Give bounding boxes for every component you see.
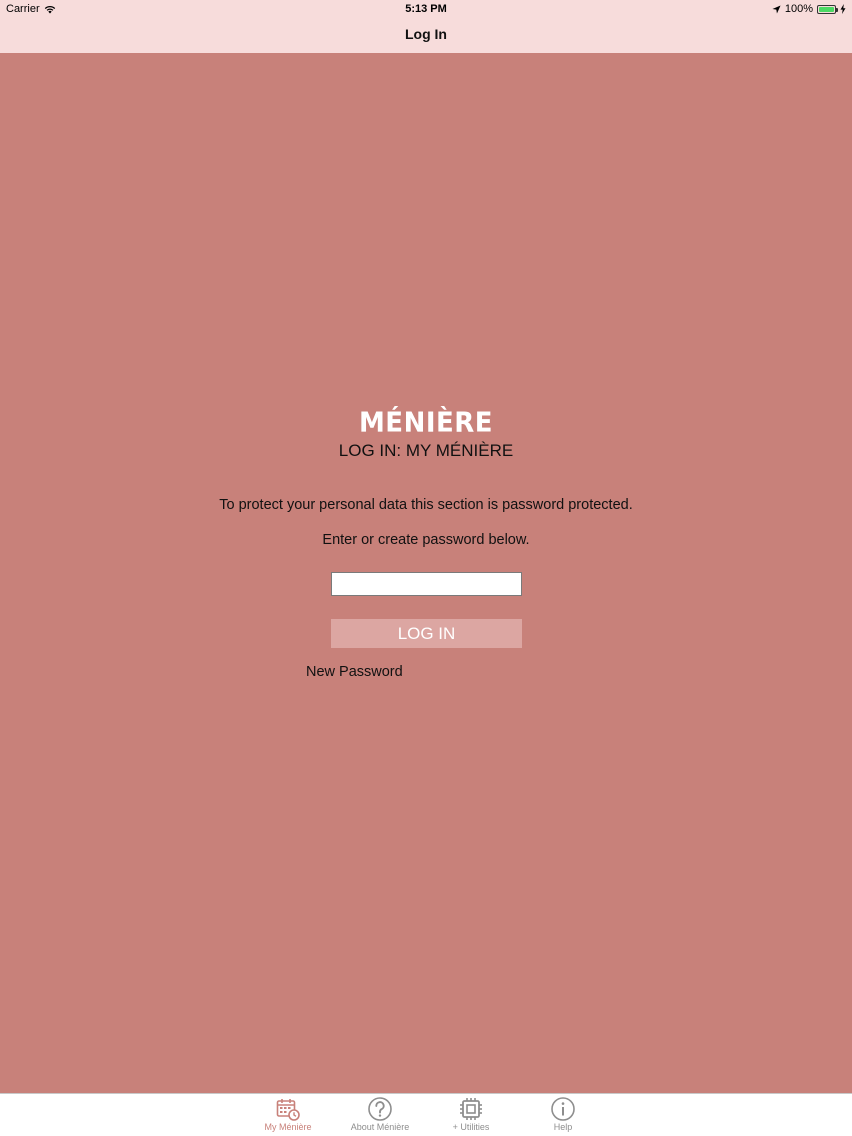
battery-fill <box>819 6 834 12</box>
info-circle-icon <box>551 1097 575 1121</box>
tab-label: + Utilities <box>452 1122 490 1132</box>
tab-label: Help <box>553 1122 573 1132</box>
top-bar: Carrier 5:13 PM 100% Log In <box>0 0 852 53</box>
question-circle-icon <box>368 1097 392 1121</box>
tab-help[interactable]: Help <box>518 1096 608 1136</box>
battery-percent: 100% <box>784 3 813 15</box>
battery-icon <box>817 4 838 14</box>
chip-icon <box>460 1098 482 1120</box>
charging-bolt-icon <box>840 4 846 14</box>
page-title: Log In <box>405 26 447 42</box>
tab-my-meniere[interactable]: My Ménière <box>243 1096 333 1136</box>
new-password-link[interactable]: New Password <box>306 664 403 680</box>
info-text-enter: Enter or create password below. <box>322 532 530 548</box>
tab-about-meniere[interactable]: About Ménière <box>335 1096 425 1136</box>
login-heading: LOG IN: MY MÉNIÈRE <box>338 441 514 460</box>
status-bar: Carrier 5:13 PM 100% <box>0 0 852 18</box>
status-right: 100% <box>772 3 846 15</box>
meniere-logo: MÉNIÈRE <box>358 407 494 439</box>
info-text-protect: To protect your personal data this secti… <box>219 497 633 513</box>
tab-utilities[interactable]: + Utilities <box>426 1096 516 1136</box>
password-input[interactable] <box>331 572 522 596</box>
app-screen: Carrier 5:13 PM 100% Log In MÉNIÈRE LOG … <box>0 0 852 1136</box>
location-arrow-icon <box>772 4 781 14</box>
login-button[interactable]: LOG IN <box>331 619 522 648</box>
tab-label: My Ménière <box>264 1122 312 1132</box>
tab-bar: My Ménière About Ménière + Utilities Hel… <box>0 1093 852 1136</box>
calendar-clock-icon <box>276 1099 300 1121</box>
status-time: 5:13 PM <box>405 3 447 15</box>
battery-tip <box>836 7 838 12</box>
tab-label: About Ménière <box>350 1122 410 1132</box>
